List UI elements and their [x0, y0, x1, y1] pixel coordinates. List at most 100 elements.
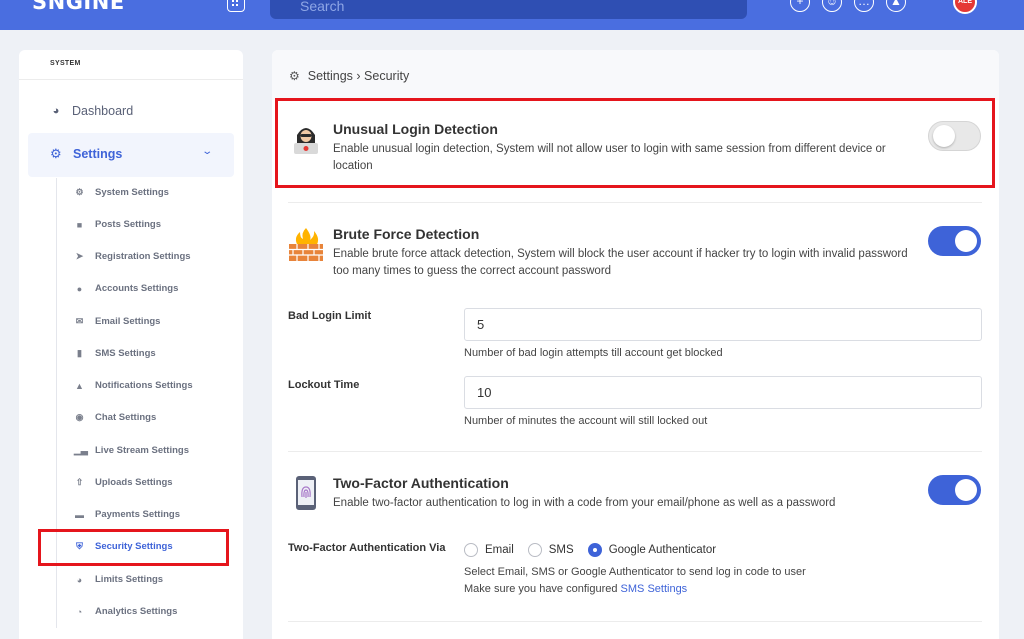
subitem-label: Chat Settings	[95, 412, 157, 423]
two-factor-toggle[interactable]	[928, 475, 981, 505]
bad-login-limit-input[interactable]: 5	[464, 308, 982, 341]
upload-icon: ⇧	[75, 477, 84, 487]
subitem-label: Accounts Settings	[95, 283, 179, 294]
sidebar-subitem-live-stream-settings[interactable]: ▁▃ Live Stream Settings	[74, 445, 189, 456]
section-divider	[288, 621, 982, 622]
highlight-box-unusual-login	[275, 98, 995, 188]
highlight-box-security-settings	[38, 529, 229, 566]
toggle-knob	[955, 479, 977, 501]
firewall-icon	[289, 228, 323, 261]
sidebar-divider	[19, 79, 243, 80]
subitem-label: Uploads Settings	[95, 477, 173, 488]
add-icon[interactable]: +	[790, 0, 810, 12]
gauge-icon: ◕	[76, 574, 83, 585]
credit-card-icon: ▬	[75, 509, 84, 520]
site-logo[interactable]: SNGINE	[32, 0, 125, 14]
top-icons: + ☺ … ▲	[790, 0, 906, 12]
breadcrumb: ⚙ Settings › Security	[289, 69, 409, 83]
sidebar-subitem-chat-settings[interactable]: ◉ Chat Settings	[74, 412, 157, 423]
sidebar-subitem-posts-settings[interactable]: ■ Posts Settings	[74, 219, 161, 230]
subitem-label: Limits Settings	[95, 574, 164, 585]
radio-email[interactable]: Email	[464, 543, 514, 557]
sidebar-item-dashboard[interactable]: ◕ Dashboard	[50, 104, 133, 118]
lockout-time-help: Number of minutes the account will still…	[464, 415, 708, 427]
two-factor-via-label: Two-Factor Authentication Via	[288, 542, 446, 554]
panel-header: ⚙ Settings › Security	[272, 50, 999, 100]
sidebar-subitem-accounts-settings[interactable]: ● Accounts Settings	[74, 283, 179, 294]
chevron-down-icon: ⌄	[201, 146, 214, 157]
feature-description: Enable brute force attack detection, Sys…	[333, 248, 908, 277]
signal-icon: ▁▃	[74, 445, 88, 455]
lockout-time-label: Lockout Time	[288, 379, 360, 391]
sidebar-subitem-notifications-settings[interactable]: ▲ Notifications Settings	[74, 380, 193, 391]
subitem-label: Analytics Settings	[95, 606, 178, 617]
smartphone-fingerprint-icon	[296, 476, 316, 510]
friend-requests-icon[interactable]: ☺	[822, 0, 842, 12]
search-input[interactable]: Search	[270, 0, 747, 19]
sms-settings-link[interactable]: SMS Settings	[621, 583, 688, 595]
two-factor-via-radio-group: Email SMS Google Authenticator	[464, 543, 730, 557]
gears-icon: ⚙	[75, 187, 84, 197]
brute-force-toggle[interactable]	[928, 226, 981, 256]
radio-circle	[464, 543, 478, 557]
two-factor-authentication-row: Two-Factor Authentication Enable two-fac…	[288, 475, 982, 515]
apps-grid-icon[interactable]	[227, 0, 245, 12]
subitem-label: Posts Settings	[95, 219, 161, 230]
radio-google-authenticator[interactable]: Google Authenticator	[587, 543, 717, 557]
sidebar-subitem-email-settings[interactable]: ✉ Email Settings	[74, 316, 161, 327]
comments-icon: ◉	[75, 412, 84, 422]
envelope-icon: ✉	[75, 316, 84, 326]
help-line: Select Email, SMS or Google Authenticato…	[464, 566, 806, 578]
messages-icon[interactable]: …	[854, 0, 874, 12]
sidebar-subitem-sms-settings[interactable]: ▮ SMS Settings	[74, 348, 156, 359]
radio-circle	[527, 543, 542, 557]
section-divider	[288, 451, 982, 452]
bad-login-limit-label: Bad Login Limit	[288, 310, 372, 322]
sidebar-item-label: Dashboard	[72, 104, 134, 118]
sidebar-item-settings[interactable]: ⚙ Settings ⌄	[28, 133, 234, 177]
subitem-label: Registration Settings	[95, 251, 191, 262]
subitem-label: Notifications Settings	[95, 380, 193, 391]
notifications-bell-icon[interactable]: ▲	[886, 0, 906, 12]
radio-sms[interactable]: SMS	[527, 543, 574, 557]
comment-icon: ■	[76, 219, 83, 230]
sidebar-subitem-uploads-settings[interactable]: ⇧ Uploads Settings	[74, 477, 173, 488]
subitem-label: Email Settings	[95, 316, 161, 327]
help-line: Make sure you have configured SMS Settin…	[464, 581, 806, 598]
feature-title: Two-Factor Authentication	[333, 475, 509, 491]
sidebar-subitem-registration-settings[interactable]: ➤ Registration Settings	[74, 251, 191, 262]
brute-force-detection-row: Brute Force Detection Enable brute force…	[288, 226, 982, 286]
toggle-knob	[955, 230, 977, 252]
subitem-label: Live Stream Settings	[95, 445, 189, 456]
users-icon: ●	[76, 283, 83, 294]
two-factor-via-help: Select Email, SMS or Google Authenticato…	[464, 564, 806, 598]
pie-chart-icon: ◔	[76, 606, 83, 617]
breadcrumb-text: Settings › Security	[307, 69, 410, 83]
subitem-label: System Settings	[95, 187, 169, 198]
mobile-icon: ▮	[77, 348, 82, 358]
sidebar-subitem-analytics-settings[interactable]: ◔ Analytics Settings	[74, 606, 178, 617]
sign-in-icon: ➤	[75, 251, 84, 261]
radio-circle-checked	[587, 543, 602, 557]
user-avatar[interactable]: ALE	[953, 0, 977, 14]
sidebar-subitem-system-settings[interactable]: ⚙ System Settings	[74, 187, 169, 198]
bad-login-limit-help: Number of bad login attempts till accoun…	[464, 347, 723, 359]
sidebar-subitem-payments-settings[interactable]: ▬ Payments Settings	[74, 509, 180, 520]
sidebar-item-label: Settings	[73, 147, 123, 161]
gear-icon: ⚙	[289, 69, 300, 83]
gear-icon: ⚙	[50, 146, 62, 161]
bell-icon: ▲	[75, 380, 84, 391]
subitem-label: Payments Settings	[95, 509, 180, 520]
feature-description: Enable two-factor authentication to log …	[333, 497, 836, 509]
lockout-time-input[interactable]: 10	[464, 376, 982, 409]
help-text: Make sure you have configured	[464, 583, 621, 595]
radio-label: SMS	[548, 544, 574, 556]
feature-title: Brute Force Detection	[333, 226, 480, 242]
subitem-label: SMS Settings	[95, 348, 156, 359]
radio-label: Email	[485, 544, 514, 556]
dashboard-gauge-icon: ◕	[52, 105, 60, 117]
radio-label: Google Authenticator	[608, 544, 717, 556]
sidebar-subitem-limits-settings[interactable]: ◕ Limits Settings	[74, 574, 163, 585]
section-divider	[288, 202, 982, 203]
top-navbar: SNGINE Search + ☺ … ▲ ALE	[0, 0, 1024, 30]
